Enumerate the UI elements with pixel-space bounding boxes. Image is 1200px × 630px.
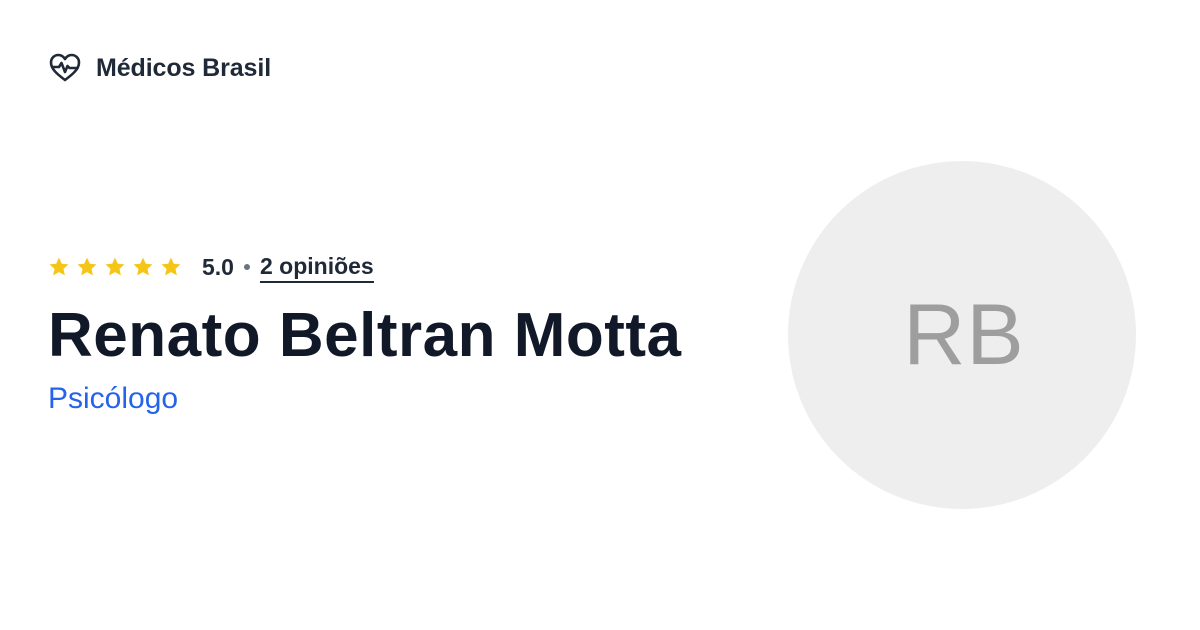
- separator-dot: [243, 264, 250, 270]
- reviews-link[interactable]: 2 opiniões: [259, 252, 374, 283]
- rating-value: 5.0: [202, 253, 234, 280]
- brand-header[interactable]: Médicos Brasil: [48, 47, 271, 89]
- heart-pulse-icon: [49, 53, 81, 82]
- avatar-initials: RB: [903, 286, 1025, 383]
- doctor-name: Renato Beltran Motta: [48, 301, 682, 370]
- doctor-specialty: Psicólogo: [48, 382, 179, 415]
- star-icon: [133, 257, 153, 276]
- brand-name: Médicos Brasil: [96, 53, 272, 82]
- doctor-info: 5.0 2 opiniões Renato Beltran Motta Psic…: [48, 250, 748, 418]
- star-icon: [105, 257, 125, 276]
- avatar: RB: [788, 161, 1136, 509]
- star-icon: [49, 257, 69, 276]
- star-icon: [77, 257, 97, 276]
- star-icon: [161, 257, 181, 276]
- star-rating: [48, 256, 182, 278]
- rating-row: 5.0 2 opiniões: [48, 250, 748, 284]
